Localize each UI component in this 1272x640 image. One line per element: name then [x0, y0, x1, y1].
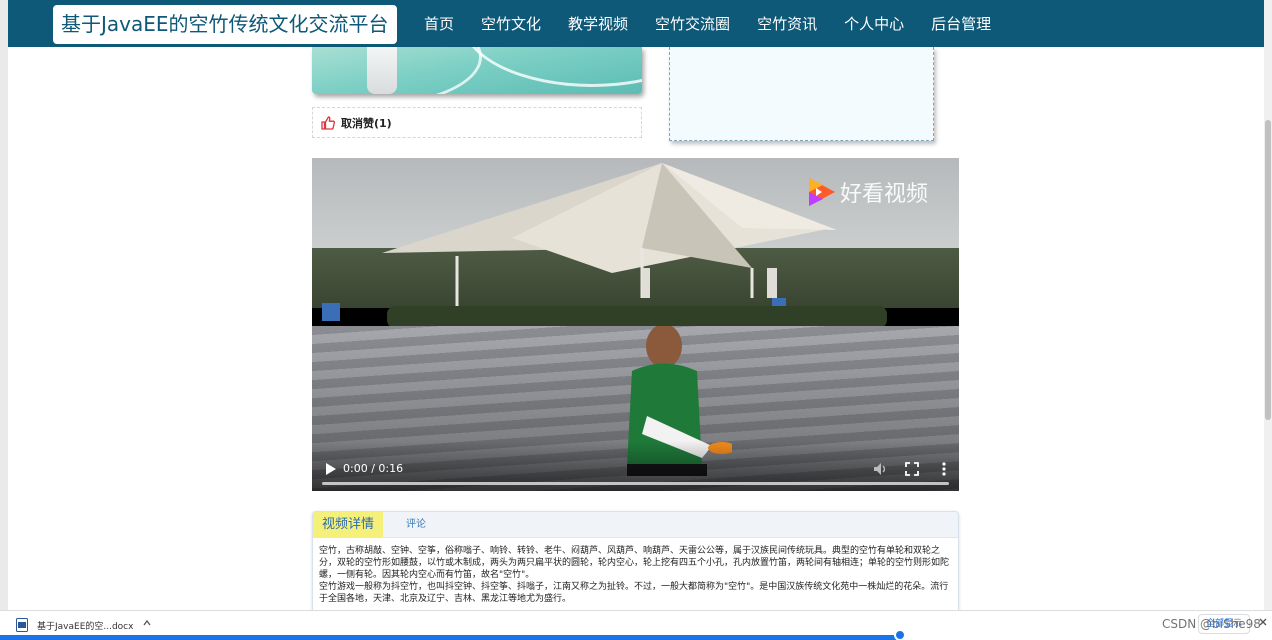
scrollbar-thumb[interactable] — [1265, 120, 1271, 420]
word-document-icon — [16, 618, 28, 632]
tab-video-details[interactable]: 视频详情 — [313, 512, 383, 538]
download-item[interactable]: 基于JavaEE的空...docx — [16, 615, 133, 635]
watermark-text: 好看视频 — [840, 182, 929, 207]
panel-tabs: 视频详情 评论 — [313, 512, 958, 538]
info-card — [669, 47, 934, 141]
tab-comments[interactable]: 评论 — [406, 512, 426, 538]
video-description: 空竹，古称胡敲、空钟、空筝，俗称嗡子、响铃、转铃、老牛、闷葫芦、风葫芦、响葫芦、… — [319, 545, 953, 605]
unlike-button[interactable]: 取消赞(1) — [312, 107, 642, 138]
page-gutter — [0, 0, 8, 640]
video-cover-image — [312, 47, 642, 94]
unlike-label: 取消赞(1) — [341, 116, 392, 130]
chevron-up-icon[interactable] — [142, 618, 152, 628]
more-options-icon[interactable] — [936, 461, 952, 477]
play-logo-icon — [809, 178, 835, 206]
download-progress-bar — [0, 635, 900, 640]
play-icon[interactable] — [323, 462, 337, 476]
video-player[interactable]: 好看视频 0:00 / 0:16 — [312, 158, 959, 491]
nav-menu: 首页 空竹文化 教学视频 空竹交流圈 空竹资讯 个人中心 后台管理 — [424, 0, 1018, 47]
site-title[interactable]: 基于JavaEE的空竹传统文化交流平台 — [53, 5, 397, 44]
fullscreen-icon[interactable] — [904, 461, 920, 477]
thumbs-up-icon — [321, 115, 335, 130]
video-time: 0:00 / 0:16 — [343, 462, 404, 475]
nav-item-culture[interactable]: 空竹文化 — [481, 13, 541, 34]
description-paragraph: 空竹游戏一般称为抖空竹，也叫抖空钟、抖空筝、抖嗡子，江南又称之为扯铃。不过，一般… — [319, 582, 949, 604]
nav-item-teaching-videos[interactable]: 教学视频 — [568, 13, 628, 34]
nav-item-home[interactable]: 首页 — [424, 13, 454, 34]
page-scrollbar[interactable] — [1264, 0, 1272, 610]
download-filename: 基于JavaEE的空...docx — [37, 621, 134, 632]
details-panel: 视频详情 评论 空竹，古称胡敲、空钟、空筝，俗称嗡子、响铃、转铃、老牛、闷葫芦、… — [312, 511, 959, 611]
video-progress-bar[interactable] — [322, 482, 949, 485]
nav-item-news[interactable]: 空竹资讯 — [757, 13, 817, 34]
download-progress-handle — [894, 629, 906, 640]
video-watermark: 好看视频 — [807, 176, 928, 208]
video-controls: 0:00 / 0:16 — [312, 441, 959, 491]
description-paragraph: 空竹，古称胡敲、空钟、空筝，俗称嗡子、响铃、转铃、老牛、闷葫芦、风葫芦、响葫芦、… — [319, 546, 950, 580]
nav-item-community[interactable]: 空竹交流圈 — [655, 13, 730, 34]
volume-icon[interactable] — [872, 461, 888, 477]
nav-item-admin[interactable]: 后台管理 — [931, 13, 991, 34]
top-navbar: 基于JavaEE的空竹传统文化交流平台 首页 空竹文化 教学视频 空竹交流圈 空… — [8, 0, 1264, 47]
source-watermark: CSDN @biShe98 — [1162, 617, 1261, 631]
nav-item-profile[interactable]: 个人中心 — [844, 13, 904, 34]
